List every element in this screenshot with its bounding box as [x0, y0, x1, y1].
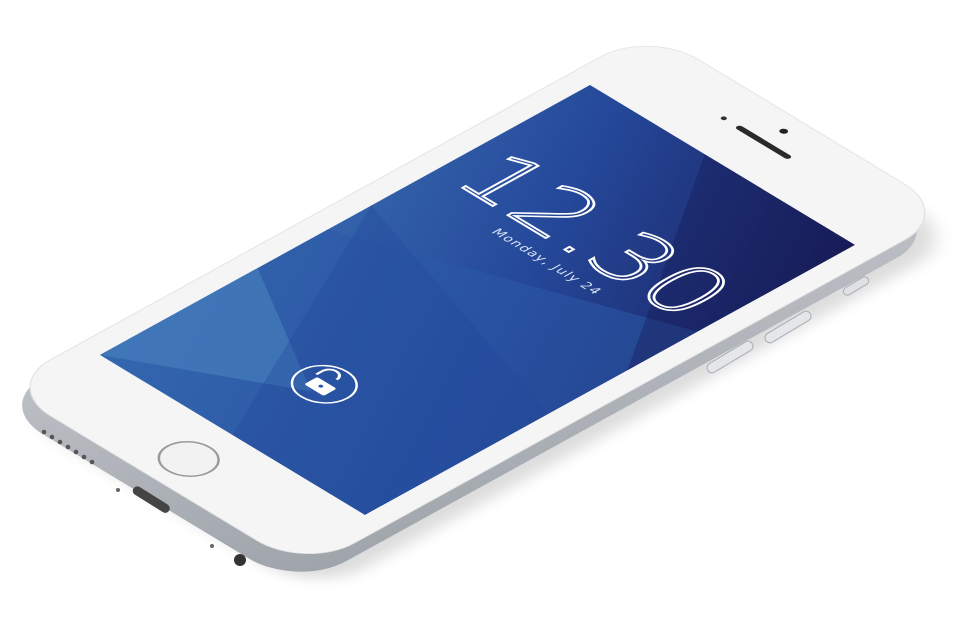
headphone-jack: [234, 554, 246, 566]
phone-mockup: 12.30 Monday, July 24: [22, 45, 935, 579]
